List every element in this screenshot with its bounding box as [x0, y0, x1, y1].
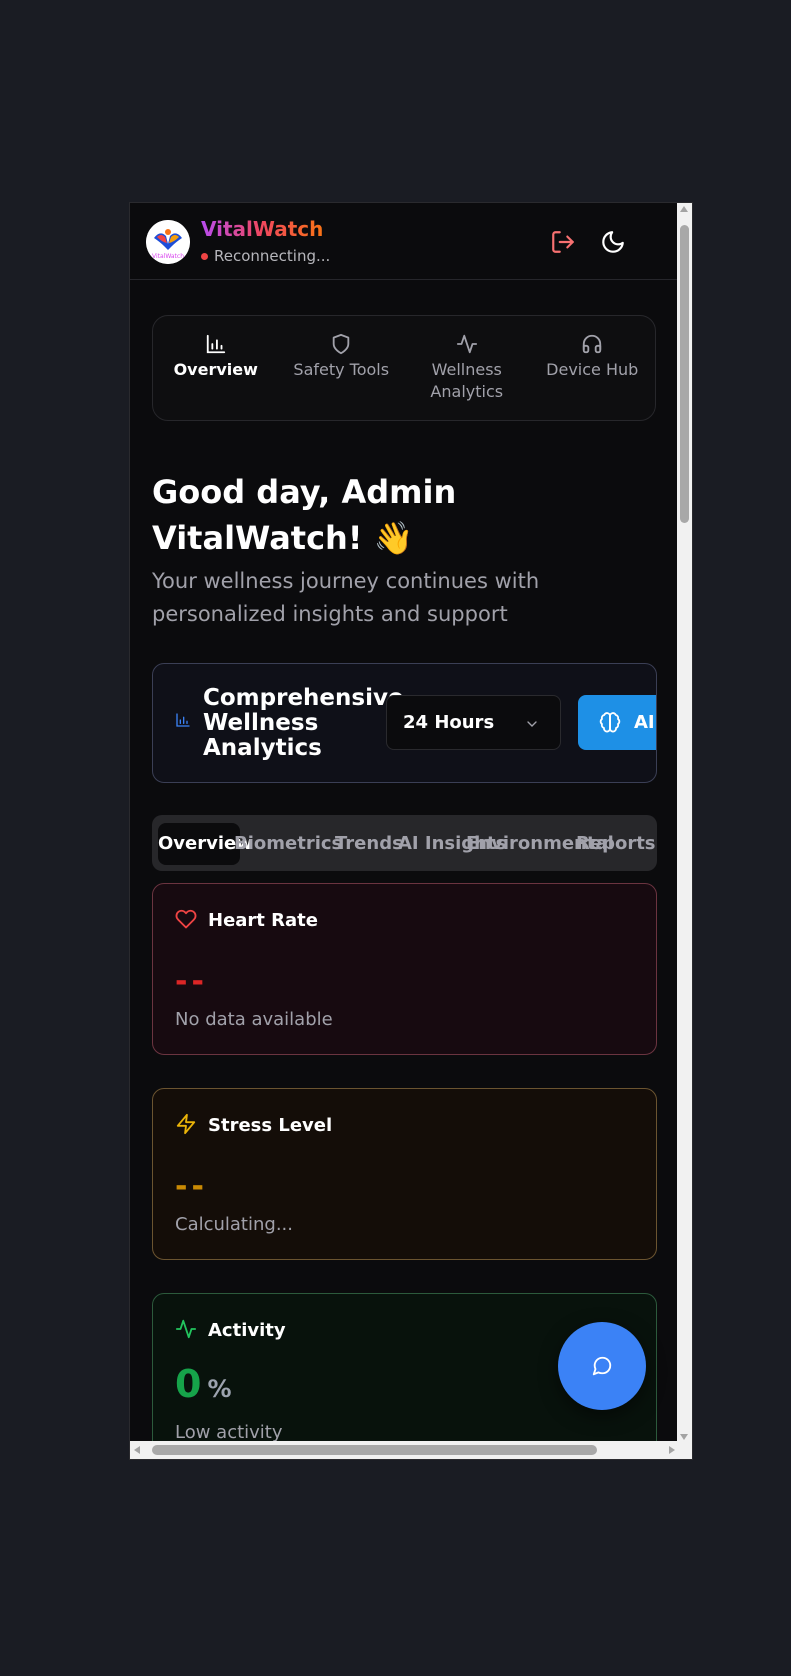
- logout-icon: [552, 231, 574, 253]
- tab-trends[interactable]: Trends: [335, 823, 403, 865]
- app-viewport: VitalWatch VitalWatch Reconnecting... Ov…: [130, 203, 679, 1443]
- tab-label: Biometrics: [234, 833, 343, 854]
- card-title: Heart Rate: [208, 910, 318, 931]
- scroll-left-arrow[interactable]: [134, 1446, 140, 1454]
- bar-chart-icon: [206, 334, 225, 354]
- tab-biometrics[interactable]: Biometrics: [234, 823, 342, 865]
- nav-device-hub[interactable]: Device Hub: [530, 316, 656, 420]
- analytics-title: Comprehensive Wellness Analytics: [203, 685, 404, 761]
- brain-icon: [599, 711, 621, 732]
- stress-level-card: Stress Level -- Calculating...: [152, 1088, 657, 1260]
- heart-rate-value: --: [175, 964, 208, 999]
- scroll-up-arrow[interactable]: [680, 206, 688, 212]
- app-title: VitalWatch: [201, 217, 324, 241]
- card-title: Activity: [208, 1320, 286, 1341]
- nav-label: Wellness Analytics: [430, 360, 504, 401]
- theme-toggle-button[interactable]: [600, 229, 626, 255]
- nav-overview[interactable]: Overview: [153, 316, 279, 420]
- tab-label: Reports: [576, 833, 656, 854]
- activity-value: 0%: [175, 1362, 232, 1406]
- tab-reports[interactable]: Reports: [576, 823, 656, 865]
- scroll-right-arrow[interactable]: [669, 1446, 675, 1454]
- card-note: Calculating...: [175, 1214, 293, 1235]
- nav-wellness-analytics[interactable]: Wellness Analytics: [404, 316, 530, 420]
- time-range-select[interactable]: 24 Hours: [386, 695, 561, 750]
- message-circle-icon: [592, 1356, 612, 1376]
- horizontal-scrollbar[interactable]: [130, 1441, 679, 1459]
- vertical-scrollbar[interactable]: [677, 203, 692, 1443]
- svg-text:VitalWatch: VitalWatch: [152, 253, 184, 260]
- chevron-down-icon: [527, 721, 537, 727]
- headphones-icon: [583, 334, 602, 354]
- card-note: No data available: [175, 1009, 333, 1030]
- tab-overview[interactable]: Overview: [158, 823, 253, 865]
- status-dot: [201, 252, 208, 260]
- nav-safety-tools[interactable]: Safety Tools: [279, 316, 405, 420]
- vertical-scroll-thumb[interactable]: [680, 225, 689, 523]
- nav-label: Device Hub: [546, 360, 639, 379]
- connection-status: Reconnecting...: [201, 247, 330, 265]
- scroll-down-arrow[interactable]: [680, 1434, 688, 1440]
- card-title: Stress Level: [208, 1115, 333, 1136]
- activity-icon: [456, 334, 477, 354]
- nav-label: Overview: [173, 360, 258, 379]
- zap-icon: [175, 1113, 197, 1139]
- horizontal-scroll-thumb[interactable]: [152, 1445, 597, 1455]
- ai-analysis-button[interactable]: AI A: [578, 695, 656, 750]
- activity-unit: %: [207, 1375, 232, 1403]
- shield-icon: [333, 333, 350, 355]
- moon-icon: [602, 231, 624, 253]
- chat-button[interactable]: [558, 1322, 646, 1410]
- nav-label: Safety Tools: [293, 360, 390, 379]
- analytics-panel: Comprehensive Wellness Analytics 24 Hour…: [152, 663, 657, 783]
- page-subtitle: Your wellness journey continues with per…: [152, 569, 540, 626]
- app-logo: VitalWatch: [146, 220, 190, 264]
- bar-chart-icon: [175, 712, 191, 732]
- browser-frame: VitalWatch VitalWatch Reconnecting... Ov…: [129, 202, 693, 1460]
- heart-rate-card: Heart Rate -- No data available: [152, 883, 657, 1055]
- analytics-tabs: Overview Biometrics Trends AI Insights E…: [152, 815, 657, 871]
- status-text: Reconnecting...: [214, 247, 331, 265]
- activity-number: 0: [175, 1362, 202, 1406]
- page-title: Good day, Admin VitalWatch! 👋: [152, 473, 457, 557]
- app-header: VitalWatch VitalWatch Reconnecting...: [130, 203, 679, 280]
- scrollbar-corner: [677, 1441, 692, 1459]
- heart-icon: [175, 908, 197, 934]
- stress-level-value: --: [175, 1169, 208, 1204]
- logout-button[interactable]: [550, 229, 576, 255]
- card-note: Low activity: [175, 1422, 283, 1443]
- tab-label: Trends: [335, 833, 403, 854]
- time-range-value: 24 Hours: [403, 712, 495, 733]
- activity-icon: [175, 1318, 197, 1344]
- main-nav: Overview Safety Tools Wellness Analytics…: [152, 315, 656, 421]
- ai-button-label: AI A: [634, 712, 656, 733]
